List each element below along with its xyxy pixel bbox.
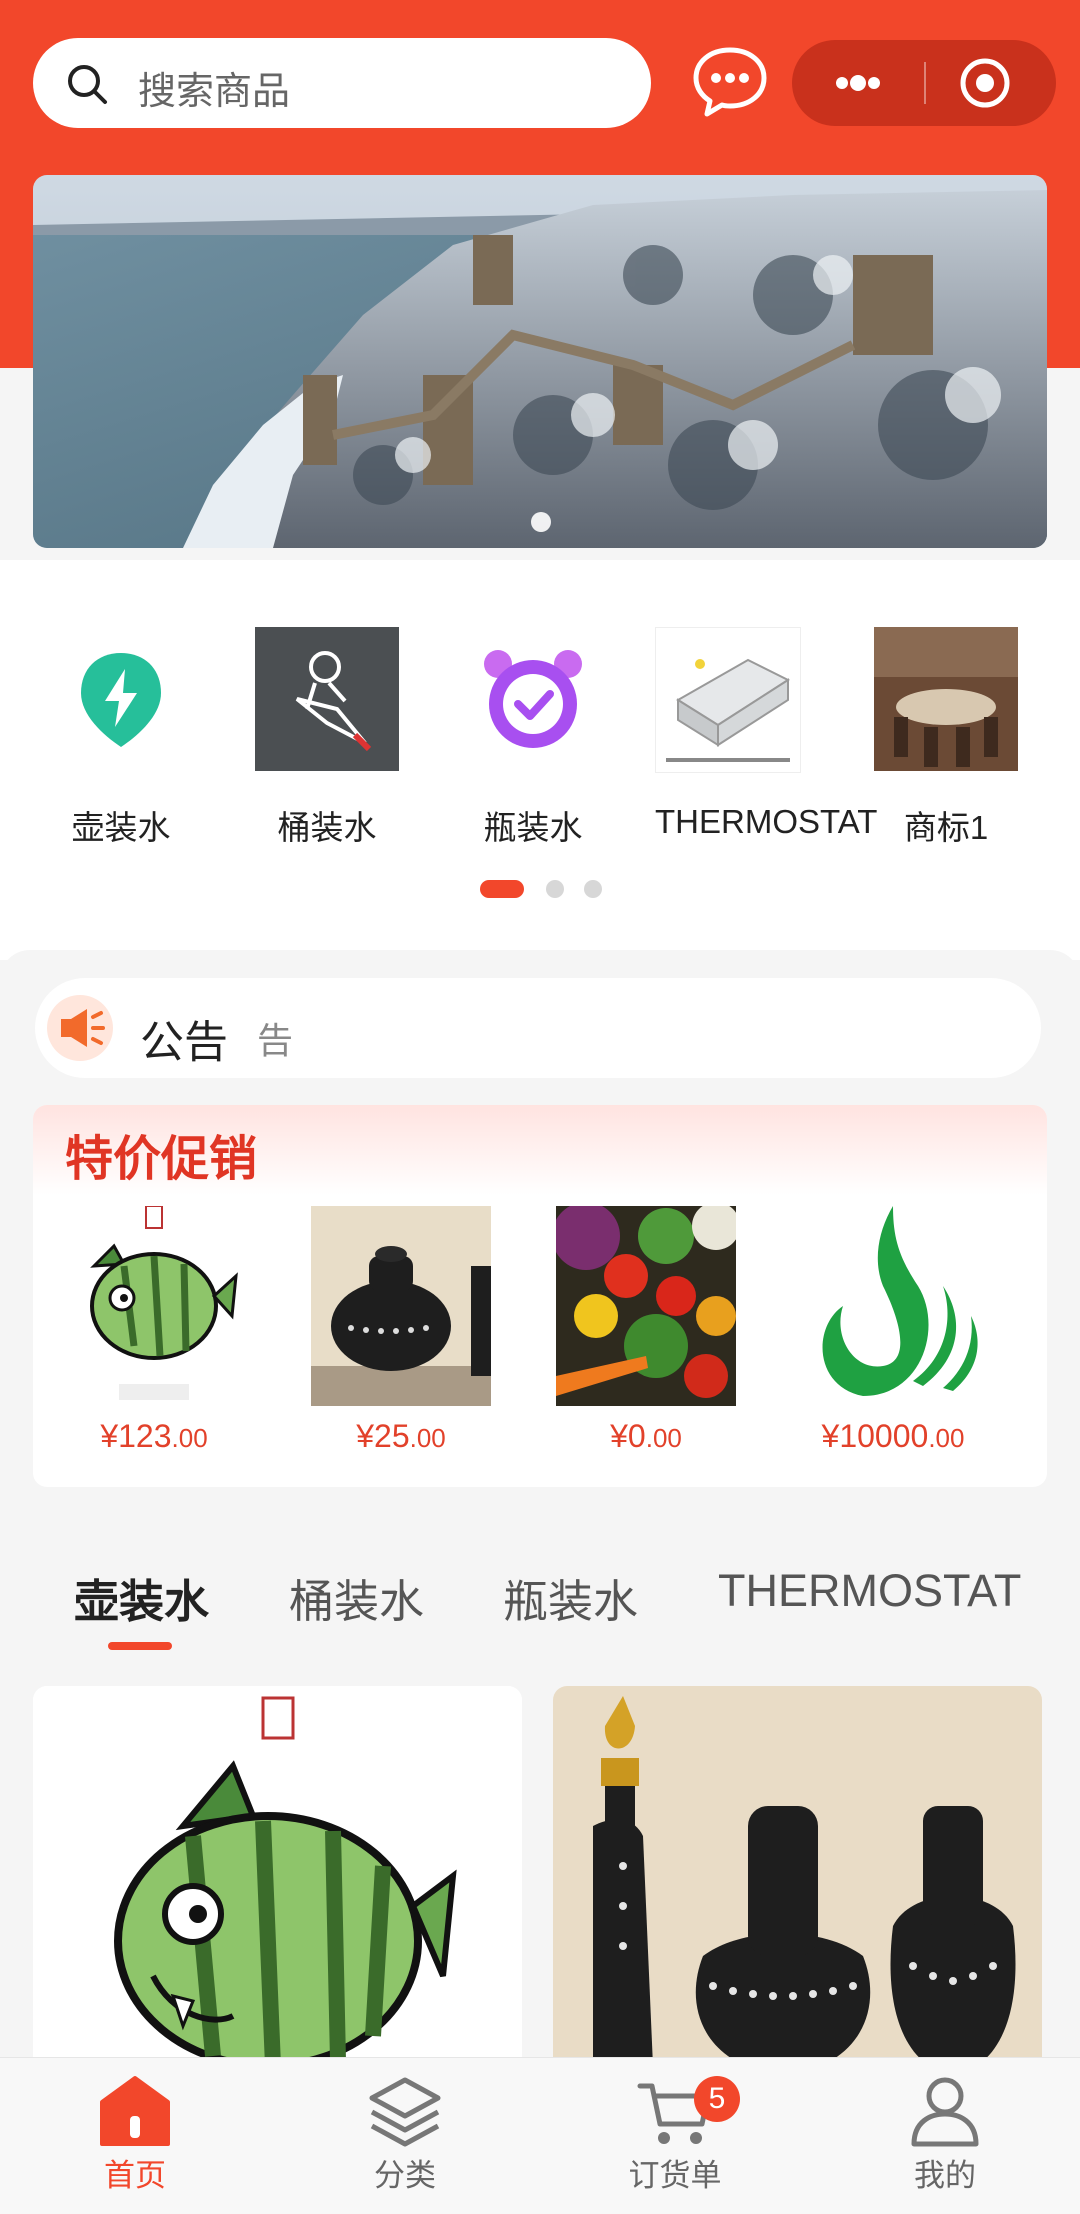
- watermelon-shark-image: [90, 1206, 238, 1400]
- bottom-tab-bar: 首页 分类 订货单 我的: [0, 2057, 1080, 2214]
- category-item-hu-water[interactable]: 壶装水: [36, 627, 206, 849]
- tab-ping-water[interactable]: 瓶装水: [503, 1565, 638, 1630]
- notice-text: 告: [257, 1020, 294, 1061]
- category-item-thermostat[interactable]: THERMOSTAT: [655, 627, 895, 841]
- nav-home[interactable]: 首页: [0, 2058, 270, 2214]
- cart-count-badge: 5: [694, 2076, 740, 2122]
- message-button[interactable]: [690, 42, 770, 122]
- search-placeholder: 搜索商品: [138, 71, 291, 113]
- nav-category-label: 分类: [374, 2158, 436, 2193]
- category-label: 商标1: [903, 809, 989, 846]
- nav-order[interactable]: 订货单: [540, 2058, 810, 2214]
- category-page-indicator: [584, 880, 602, 898]
- thermostat-product-image: [666, 658, 791, 762]
- banner-carousel[interactable]: [33, 175, 1047, 548]
- category-label: 桶装水: [277, 809, 377, 846]
- close-miniprogram-button[interactable]: [926, 40, 1056, 126]
- promo-item[interactable]: ¥123.00: [64, 1206, 244, 1455]
- category-page-indicator: [546, 880, 564, 898]
- tab-tong-water[interactable]: 桶装水: [289, 1565, 424, 1630]
- vegetables-image: [556, 1206, 736, 1406]
- castle-snow-banner-image: [33, 175, 1047, 548]
- green-logo-image: [822, 1206, 978, 1396]
- promo-item[interactable]: ¥25.00: [311, 1206, 491, 1455]
- promo-price: ¥10000.00: [821, 1418, 965, 1454]
- category-page-indicator-active: [480, 880, 524, 898]
- nav-category[interactable]: 分类: [270, 2058, 540, 2214]
- nav-home-label: 首页: [104, 2158, 166, 2193]
- user-icon: [911, 2077, 979, 2147]
- more-dots-icon: [836, 75, 880, 91]
- category-item-trademark[interactable]: 商标1: [866, 627, 1026, 849]
- category-label: THERMOSTAT: [655, 803, 878, 840]
- search-bar[interactable]: 搜索商品: [33, 38, 651, 128]
- target-circle-icon: [960, 58, 1010, 108]
- category-label: 瓶装水: [483, 809, 583, 846]
- megaphone-icon: [61, 1009, 105, 1047]
- notice-icon-wrap: [47, 995, 113, 1061]
- nav-mine-label: 我的: [914, 2158, 976, 2193]
- black-pottery-image: [311, 1246, 491, 1406]
- category-section: 壶装水 桶装水 瓶装水 THERMOSTAT 商标1: [0, 560, 1080, 960]
- promotion-section: 特价促销 ¥123.00 ¥25.00 ¥0.00 ¥10000.00: [33, 1105, 1047, 1487]
- banner-indicator-dot: [531, 512, 551, 532]
- category-item-tong-water[interactable]: 桶装水: [242, 627, 412, 849]
- notice-title: 公告: [140, 1018, 228, 1067]
- notice-bar[interactable]: 公告 告: [35, 978, 1041, 1078]
- promotion-title: 特价促销: [65, 1131, 258, 1187]
- promo-item[interactable]: ¥0.00: [556, 1206, 736, 1455]
- promo-price: ¥0.00: [610, 1418, 682, 1454]
- promo-item[interactable]: ¥10000.00: [803, 1206, 983, 1455]
- nav-order-label: 订货单: [628, 2158, 722, 2193]
- home-icon: [100, 2076, 170, 2146]
- active-tab-underline: [108, 1642, 172, 1650]
- category-item-ping-water[interactable]: 瓶装水: [448, 627, 618, 849]
- dining-room-image: [874, 627, 1018, 771]
- category-label: 壶装水: [71, 809, 171, 846]
- alarm-check-icon: [484, 650, 582, 748]
- miniprogram-capsule: [792, 40, 1056, 126]
- more-button[interactable]: [792, 40, 924, 126]
- tab-thermostat[interactable]: THERMOSTAT: [718, 1565, 1021, 1617]
- tab-hu-water[interactable]: 壶装水: [74, 1565, 209, 1630]
- promo-price: ¥123.00: [100, 1418, 208, 1454]
- chat-bubble-icon: [693, 47, 767, 117]
- search-icon: [68, 65, 107, 104]
- lightning-pin-icon: [81, 653, 161, 747]
- rocket-astronaut-icon: [295, 651, 372, 752]
- promo-price: ¥25.00: [356, 1418, 446, 1454]
- nav-mine[interactable]: 我的: [810, 2058, 1080, 2214]
- layers-icon: [369, 2077, 441, 2147]
